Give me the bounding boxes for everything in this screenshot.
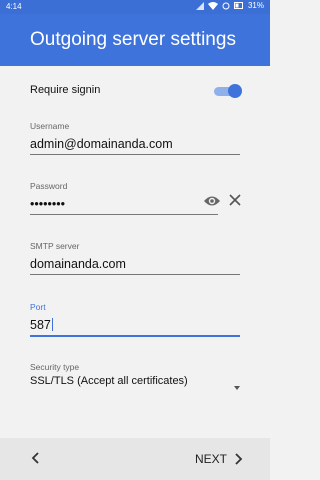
eye-icon[interactable] (203, 194, 221, 212)
status-bar: 4:14 31% (0, 0, 270, 14)
smtp-server-field[interactable]: SMTP server domainanda.com (30, 241, 240, 275)
port-input[interactable]: 587 (30, 318, 240, 337)
chevron-left-icon (31, 452, 39, 464)
app-bar: Outgoing server settings (0, 14, 270, 66)
username-input[interactable]: admin@domainanda.com (30, 137, 240, 155)
next-label: NEXT (194, 452, 227, 466)
require-signin-label: Require signin (30, 84, 101, 96)
alarm-icon (222, 2, 230, 10)
bottom-bar: NEXT (0, 438, 270, 480)
chevron-right-icon (235, 453, 243, 465)
security-type-field[interactable]: Security type SSL/TLS (Accept all certif… (30, 362, 240, 390)
port-value: 587 (30, 318, 51, 332)
require-signin-row[interactable]: Require signin (30, 81, 242, 101)
port-label: Port (30, 302, 46, 312)
smtp-server-label: SMTP server (30, 241, 80, 251)
dropdown-arrow-icon[interactable] (234, 386, 240, 390)
username-field[interactable]: Username admin@domainanda.com (30, 121, 240, 155)
battery-icon (233, 2, 244, 9)
close-icon[interactable] (228, 193, 242, 212)
password-field[interactable]: Password •••••••• (30, 181, 242, 215)
signal-icon (195, 1, 204, 10)
wifi-icon (207, 1, 218, 10)
battery-percent: 31% (247, 1, 264, 10)
status-time: 4:14 (6, 2, 22, 11)
port-field[interactable]: Port 587 (30, 302, 240, 337)
password-input[interactable]: •••••••• (30, 197, 218, 215)
smtp-server-input[interactable]: domainanda.com (30, 257, 240, 275)
text-cursor (51, 318, 53, 331)
security-type-select[interactable]: SSL/TLS (Accept all certificates) (30, 375, 240, 387)
password-label: Password (30, 181, 68, 191)
toggle-thumb (228, 84, 242, 98)
next-button[interactable]: NEXT (195, 452, 244, 466)
back-button[interactable] (28, 450, 44, 466)
security-type-label: Security type (30, 362, 80, 372)
page-title: Outgoing server settings (30, 29, 236, 50)
require-signin-toggle[interactable] (212, 83, 242, 99)
username-label: Username (30, 121, 70, 131)
